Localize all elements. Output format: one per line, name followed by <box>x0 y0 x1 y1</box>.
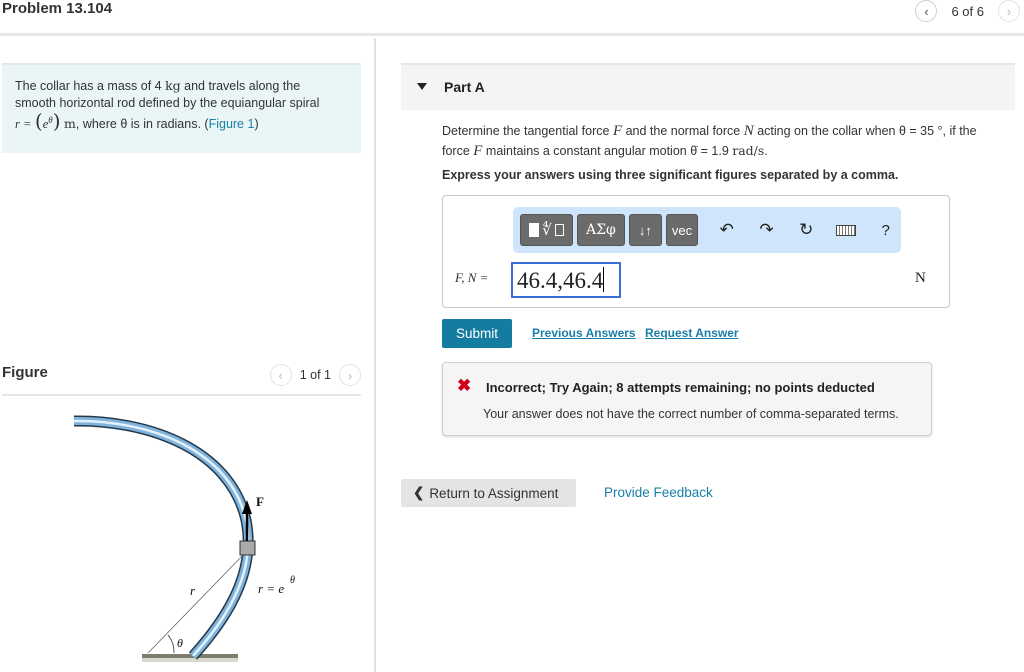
figure-header: Figure ‹ 1 of 1 › <box>2 362 361 396</box>
feedback-panel: ✖ Incorrect; Try Again; 8 attempts remai… <box>442 362 932 436</box>
answer-box: ∜ ΑΣφ ↓↑ vec ↶ ↷ ↻ ? F, N = 46.4,46.4 N <box>442 195 950 308</box>
help-button[interactable]: ? <box>870 214 901 246</box>
request-answer-link[interactable]: Request Answer <box>645 326 739 340</box>
top-bar: Problem 13.104 ‹ 6 of 6 › <box>0 0 1024 36</box>
math-toolbar: ∜ ΑΣφ ↓↑ vec ↶ ↷ ↻ ? <box>513 207 901 253</box>
mass-unit: kg <box>165 78 181 93</box>
question-fragment: Determine the tangential force <box>442 124 613 138</box>
reset-icon[interactable]: ↻ <box>791 214 822 246</box>
force-symbol-n: N <box>743 123 754 139</box>
return-to-assignment-button[interactable]: ❮ Return to Assignment <box>401 479 576 507</box>
chevron-left-icon: ‹ <box>924 3 929 19</box>
chevron-left-icon: ❮ <box>413 485 425 500</box>
angle-label: θ <box>177 636 183 650</box>
intro-text: ) <box>254 117 259 132</box>
fraction-root-icon: ∜ <box>529 221 564 239</box>
question-fragment: force <box>442 144 474 158</box>
problem-title: Problem 13.104 <box>2 0 113 17</box>
figure-title: Figure <box>2 364 48 381</box>
equation-lhs: r = <box>15 117 32 132</box>
angle-arc <box>167 634 175 654</box>
undo-icon[interactable]: ↶ <box>711 214 742 246</box>
greek-symbols-button[interactable]: ΑΣφ <box>576 214 625 246</box>
equation-unit: m <box>64 116 76 132</box>
figure-pager-text: 1 of 1 <box>299 368 331 382</box>
column-divider <box>374 38 376 672</box>
answer-value: 46.4,46.4 <box>517 268 604 293</box>
next-figure-button[interactable]: › <box>339 364 361 386</box>
question-fragment: and the normal force <box>622 124 744 138</box>
paren-close: ) <box>52 109 61 134</box>
previous-answers-link[interactable]: Previous Answers <box>532 326 636 340</box>
problem-pager-text: 6 of 6 <box>951 3 984 19</box>
force-symbol-f: F <box>612 123 623 139</box>
spiral-rod-highlight <box>73 419 250 657</box>
intro-text: smooth horizontal rod defined by the equ… <box>15 96 320 110</box>
prev-figure-button[interactable]: ‹ <box>269 364 292 386</box>
figure-pager: ‹ 1 of 1 › <box>269 364 361 386</box>
chevron-right-icon: › <box>347 367 353 383</box>
provide-feedback-link[interactable]: Provide Feedback <box>604 485 713 500</box>
chevron-right-icon: › <box>1006 3 1012 19</box>
next-problem-button[interactable]: › <box>998 0 1020 22</box>
question-fragment: . <box>764 144 768 158</box>
collar <box>239 540 256 556</box>
templates-button[interactable]: ∜ <box>520 214 573 246</box>
vector-button[interactable]: vec <box>665 214 699 246</box>
prev-problem-button[interactable]: ‹ <box>915 0 938 22</box>
submit-button[interactable]: Submit <box>442 319 512 348</box>
ground-shadow <box>142 658 238 662</box>
question-text: Determine the tangential force F and the… <box>442 121 1017 161</box>
chevron-left-icon: ‹ <box>278 367 283 383</box>
problem-pager: ‹ 6 of 6 › <box>915 0 1020 22</box>
feedback-message: Your answer does not have the correct nu… <box>483 407 899 421</box>
question-fragment: maintains a constant angular motion θ̇ =… <box>482 144 733 158</box>
equation-label-exponent: θ <box>290 575 295 586</box>
figure-image: F r r = e θ θ <box>60 400 320 672</box>
feedback-title: Incorrect; Try Again; 8 attempts remaini… <box>486 380 875 395</box>
ground <box>142 654 238 658</box>
radius-label: r <box>190 583 196 598</box>
answer-input[interactable]: 46.4,46.4 <box>511 262 621 298</box>
question-fragment: acting on the collar when θ = 35 °, if t… <box>753 124 977 138</box>
problem-intro: The collar has a mass of 4 kg and travel… <box>2 63 361 153</box>
force-label: F <box>256 494 264 509</box>
part-title: Part A <box>444 79 485 95</box>
paren-open: ( <box>34 109 43 134</box>
intro-text: and travels along the <box>180 79 301 93</box>
error-x-icon: ✖ <box>457 376 472 395</box>
return-label: Return to Assignment <box>429 485 559 501</box>
answer-instruction: Express your answers using three signifi… <box>442 168 899 182</box>
equation-label: r = e <box>258 581 284 596</box>
part-a-header[interactable]: Part A <box>401 63 1015 110</box>
intro-text: The collar has a mass of 4 <box>15 79 166 93</box>
angular-unit: rad/s <box>732 143 765 158</box>
intro-text: , where θ is in radians. ( <box>75 117 209 132</box>
keyboard-icon[interactable] <box>831 214 862 246</box>
caret-down-icon <box>417 83 427 90</box>
answer-units: N <box>915 270 926 286</box>
spiral-rod-diagram: F r r = e θ θ <box>73 415 295 662</box>
figure-link[interactable]: Figure 1 <box>209 117 255 131</box>
arrows-button[interactable]: ↓↑ <box>628 214 662 246</box>
text-cursor <box>603 267 605 292</box>
answer-label: F, N = <box>455 270 489 285</box>
redo-icon[interactable]: ↷ <box>751 214 782 246</box>
